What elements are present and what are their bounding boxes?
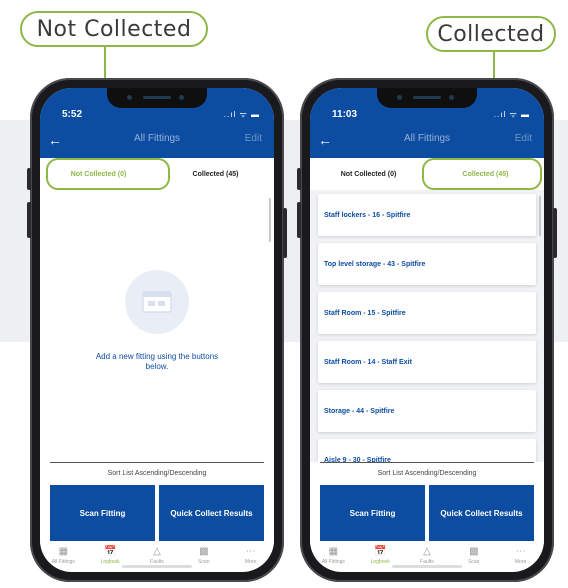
list-item[interactable]: Staff Room - 14 - Staff Exit xyxy=(318,341,536,383)
grid-icon: ▦ xyxy=(328,545,339,557)
phone-left: 5:52 ..ıl ᯤ ▬ ← All Fittings Edit Not Co… xyxy=(27,78,287,582)
action-buttons: Scan Fitting Quick Collect Results xyxy=(40,485,274,541)
scrollbar[interactable] xyxy=(539,196,541,236)
empty-message: Add a new fitting using the buttons belo… xyxy=(95,352,219,371)
quick-collect-button[interactable]: Quick Collect Results xyxy=(159,485,264,541)
fittings-list: Staff lockers - 16 - Spitfire Top level … xyxy=(310,190,544,462)
callout-collected: Collected xyxy=(426,16,556,52)
list-item[interactable]: Staff lockers - 16 - Spitfire xyxy=(318,194,536,236)
phone-right: 11:03 ..ıl ᯤ ▬ ← All Fittings Edit Not C… xyxy=(297,78,557,582)
more-dots-icon: ⋯ xyxy=(515,545,526,557)
notch xyxy=(107,88,207,108)
collection-tabs: Not Collected (0) Collected (45) xyxy=(40,158,274,190)
edit-button[interactable]: Edit xyxy=(515,133,532,144)
tabbar-more[interactable]: ⋯ More xyxy=(227,545,274,569)
warning-icon: △ xyxy=(423,545,431,557)
sort-toggle[interactable]: Sort List Ascending/Descending xyxy=(310,463,544,485)
empty-state: Add a new fitting using the buttons belo… xyxy=(40,190,274,462)
highlight-ring xyxy=(422,158,542,190)
empty-fitting-icon xyxy=(125,270,189,334)
screen: 11:03 ..ıl ᯤ ▬ ← All Fittings Edit Not C… xyxy=(310,88,544,572)
highlight-ring xyxy=(46,158,170,190)
tab-collected[interactable]: Collected (45) xyxy=(157,171,274,178)
scan-fitting-button[interactable]: Scan Fitting xyxy=(320,485,425,541)
tabbar-all-fittings[interactable]: ▦ All Fittings xyxy=(40,545,87,569)
collection-tabs: Not Collected (0) Collected (45) xyxy=(310,158,544,190)
screen: 5:52 ..ıl ᯤ ▬ ← All Fittings Edit Not Co… xyxy=(40,88,274,572)
status-icons: ..ıl ᯤ ▬ xyxy=(223,110,260,119)
notch xyxy=(377,88,477,108)
tab-not-collected[interactable]: Not Collected (0) xyxy=(310,171,427,178)
tabbar-more[interactable]: ⋯ More xyxy=(497,545,544,569)
list-item[interactable]: Top level storage - 43 - Spitfire xyxy=(318,243,536,285)
status-time: 11:03 xyxy=(332,109,358,120)
qr-code-icon: ▩ xyxy=(469,545,479,557)
more-dots-icon: ⋯ xyxy=(245,545,256,557)
scrollbar[interactable] xyxy=(269,198,271,242)
status-time: 5:52 xyxy=(62,109,83,120)
warning-icon: △ xyxy=(153,545,161,557)
qr-code-icon: ▩ xyxy=(199,545,209,557)
status-icons: ..ıl ᯤ ▬ xyxy=(493,110,530,119)
edit-button[interactable]: Edit xyxy=(245,133,262,144)
home-indicator xyxy=(392,565,462,568)
list-item[interactable]: Staff Room - 15 - Spitfire xyxy=(318,292,536,334)
sort-toggle[interactable]: Sort List Ascending/Descending xyxy=(40,463,274,485)
page-title: All Fittings xyxy=(133,133,181,144)
page-title: All Fittings xyxy=(403,133,451,144)
grid-icon: ▦ xyxy=(58,545,69,557)
action-buttons: Scan Fitting Quick Collect Results xyxy=(310,485,544,541)
scan-fitting-button[interactable]: Scan Fitting xyxy=(50,485,155,541)
list-item[interactable]: Storage - 44 - Spitfire xyxy=(318,390,536,432)
tabbar-all-fittings[interactable]: ▦ All Fittings xyxy=(310,545,357,569)
quick-collect-button[interactable]: Quick Collect Results xyxy=(429,485,534,541)
calendar-icon: 📅 xyxy=(373,545,387,557)
calendar-icon: 📅 xyxy=(103,545,117,557)
home-indicator xyxy=(122,565,192,568)
list-item[interactable]: Aisle 9 - 30 - Spitfire xyxy=(318,439,536,462)
callout-not-collected: Not Collected xyxy=(20,11,208,47)
